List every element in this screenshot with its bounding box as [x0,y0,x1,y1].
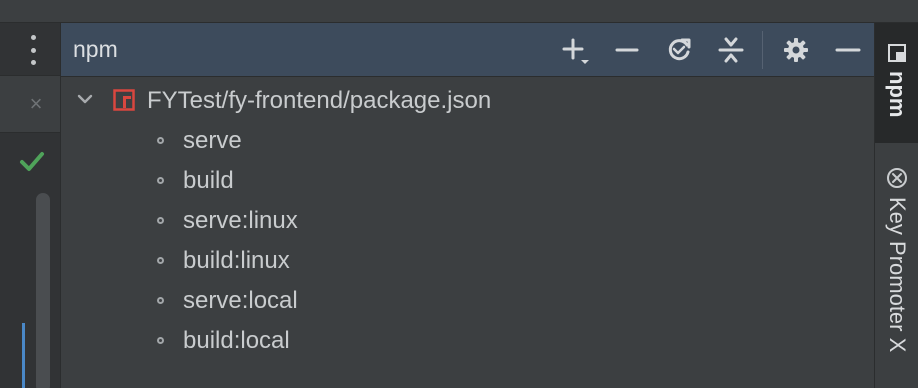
tab-npm-label: npm [885,71,910,118]
script-bullet-icon [157,137,164,144]
npm-panel-header: npm [61,23,875,77]
npm-tool-window: npm FYTest/fy-frontend/package.json serv… [60,23,875,388]
script-label: serve:linux [183,207,298,234]
ide-window: × npm FYTest/fy-frontend/package.json se… [0,0,918,388]
script-bullet-icon [157,297,164,304]
settings-button[interactable] [780,34,812,66]
script-label: serve:local [183,287,298,314]
add-icon [562,38,589,64]
script-bullet-icon [157,177,164,184]
key-promoter-icon [887,168,907,188]
script-bullet-icon [157,217,164,224]
right-tool-strip: npm Key Promoter X [874,23,918,388]
tab-npm[interactable]: npm [875,23,918,143]
collapse-all-button[interactable] [715,34,747,66]
vcs-change-marker [22,323,25,388]
chevron-down-icon[interactable] [75,89,95,109]
panel-title: npm [73,36,118,62]
remove-icon [615,48,639,52]
add-button[interactable] [559,34,591,66]
editor-gutter: × [0,23,60,388]
remove-button[interactable] [611,34,643,66]
collapse-all-icon [718,37,744,63]
script-item[interactable]: serve:linux [61,203,875,243]
npm-package-icon [113,89,135,111]
script-label: build:linux [183,247,290,274]
tab-key-promoter-x[interactable]: Key Promoter X [875,161,918,388]
checkmark-icon [20,152,44,171]
script-bullet-icon [157,257,164,264]
script-bullet-icon [157,337,164,344]
toolbar-separator [762,31,763,69]
script-item[interactable]: serve:local [61,283,875,323]
tool-window-icon [888,44,906,62]
script-label: build [183,167,234,194]
script-item[interactable]: build [61,163,875,203]
gear-icon [784,38,808,62]
script-item[interactable]: build:local [61,323,875,363]
package-json-label: FYTest/fy-frontend/package.json [147,87,492,114]
editor-scrollbar[interactable] [36,193,50,388]
more-options-icon[interactable] [22,35,44,65]
editor-tab-strip: × [0,75,60,133]
script-label: serve [183,127,242,154]
hide-icon [835,48,861,52]
script-item[interactable]: build:linux [61,243,875,283]
refresh-button[interactable] [663,34,695,66]
tab-key-promoter-x-label: Key Promoter X [885,197,910,353]
hide-button[interactable] [832,34,864,66]
top-strip [0,0,918,23]
script-label: build:local [183,327,290,354]
close-tab-icon[interactable]: × [26,93,46,115]
script-item[interactable]: serve [61,123,875,163]
package-json-node[interactable]: FYTest/fy-frontend/package.json [61,83,875,119]
refresh-icon [668,38,691,61]
